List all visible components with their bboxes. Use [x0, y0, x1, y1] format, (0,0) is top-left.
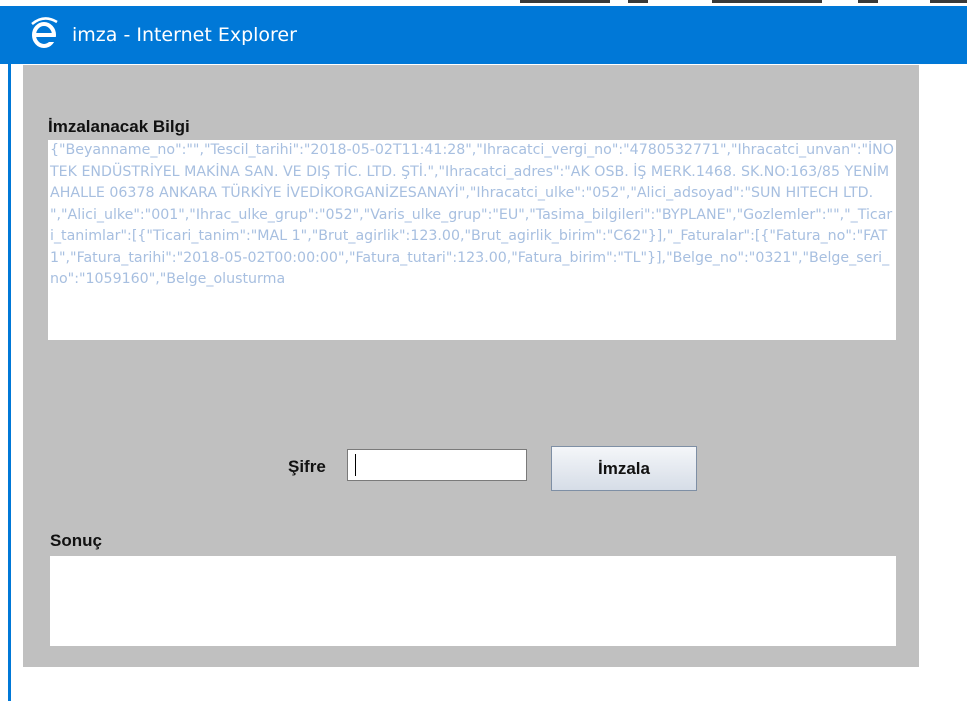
sign-button-label: İmzala — [598, 458, 650, 478]
internet-explorer-icon — [30, 16, 58, 50]
data-to-sign-label: İmzalanacak Bilgi — [48, 117, 190, 136]
result-label: Sonuç — [50, 531, 102, 550]
background-segment — [858, 0, 878, 3]
window-titlebar[interactable]: imza - Internet Explorer — [0, 6, 967, 64]
window-title: imza - Internet Explorer — [72, 24, 297, 46]
data-to-sign-textarea[interactable]: {"Beyanname_no":"","Tescil_tarihi":"2018… — [48, 140, 896, 340]
background-segment — [628, 0, 648, 3]
background-segment — [712, 0, 822, 3]
window-left-border — [8, 64, 11, 701]
password-label: Şifre — [288, 457, 326, 476]
password-input[interactable] — [347, 449, 527, 481]
text-cursor — [355, 454, 356, 476]
result-textarea[interactable] — [50, 556, 896, 646]
background-segment — [930, 0, 967, 3]
sign-button[interactable]: İmzala — [551, 446, 697, 491]
data-to-sign-text: {"Beyanname_no":"","Tescil_tarihi":"2018… — [50, 142, 894, 287]
background-segment — [520, 0, 610, 3]
